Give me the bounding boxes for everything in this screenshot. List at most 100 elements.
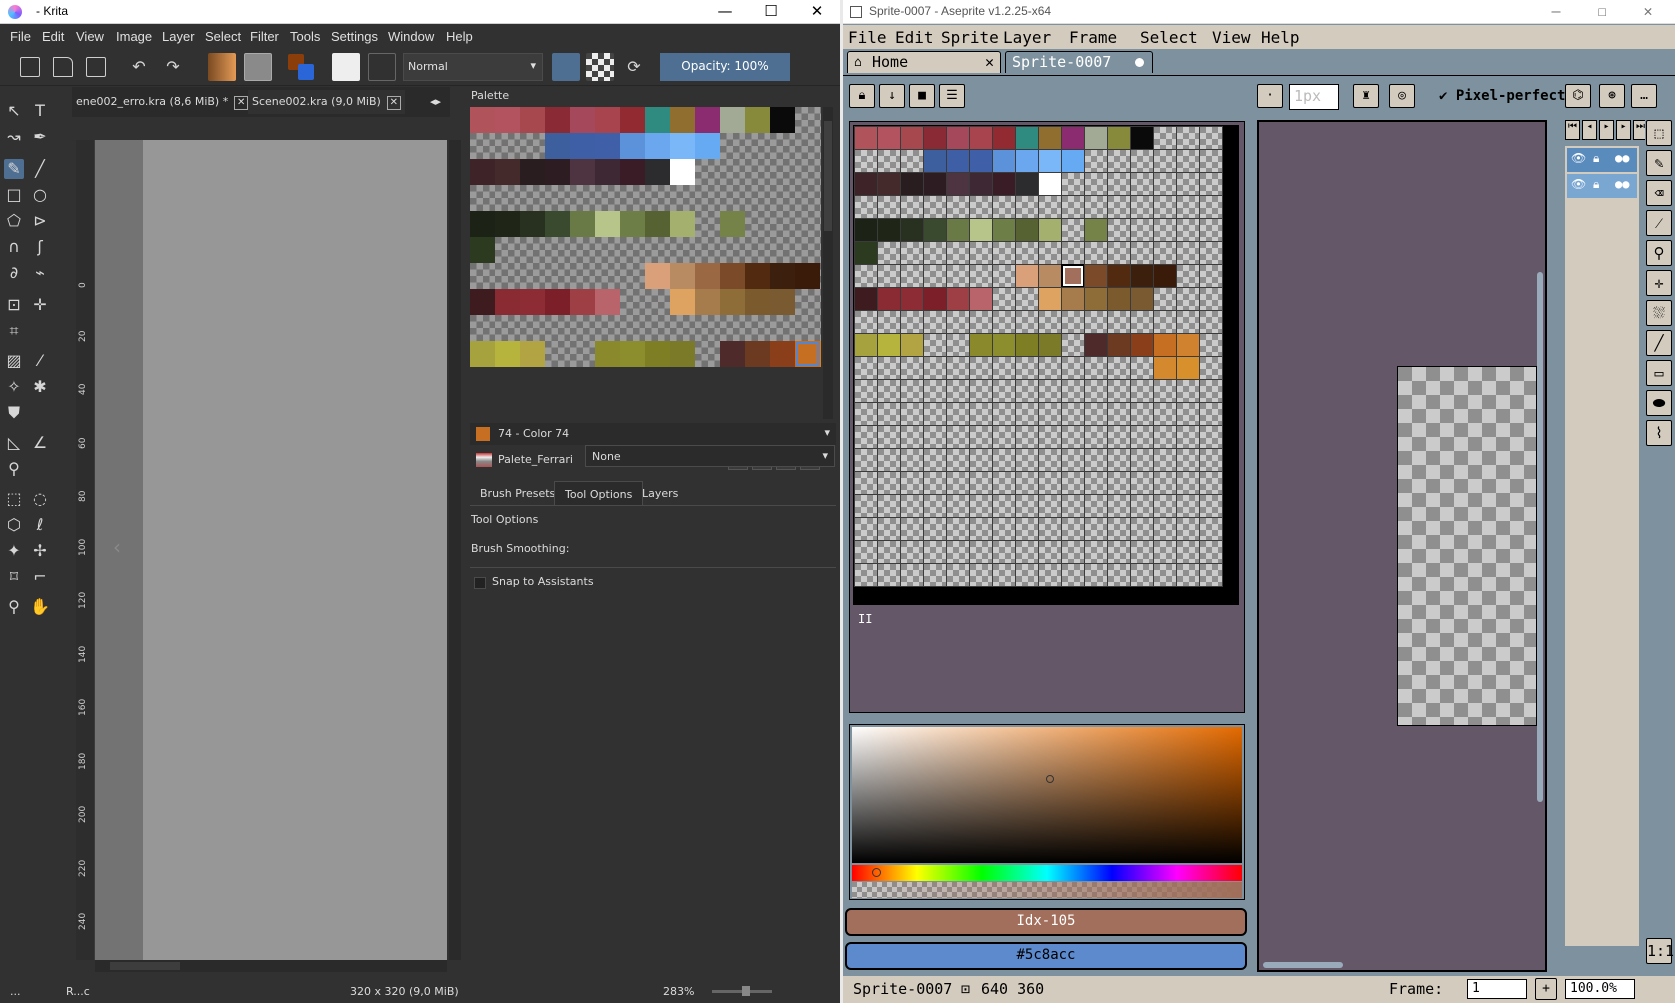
palette-swatch[interactable] [1060, 148, 1085, 173]
palette-swatch[interactable] [899, 263, 924, 288]
palette-swatch[interactable] [1060, 332, 1085, 357]
pattern-preset-icon[interactable] [244, 53, 272, 81]
palette-swatch[interactable] [854, 171, 878, 196]
blend-mode-select[interactable]: Normal [403, 53, 543, 81]
palette-swatch[interactable] [820, 211, 821, 237]
background-color-swatch[interactable] [298, 64, 314, 80]
palette-swatch[interactable] [945, 355, 970, 380]
palette-swatch[interactable] [495, 211, 520, 237]
palette-swatch[interactable] [670, 263, 695, 289]
palette-swatch[interactable] [1106, 194, 1131, 219]
palette-swatch[interactable] [545, 159, 570, 185]
palette-swatch[interactable] [1175, 194, 1200, 219]
palette-swatch[interactable] [720, 159, 745, 185]
palette-swatch[interactable] [968, 194, 993, 219]
next-frame-icon[interactable]: ▸ [1616, 120, 1631, 140]
save-icon[interactable] [86, 57, 106, 77]
palette-swatch[interactable] [595, 133, 620, 159]
palette-swatch[interactable] [945, 516, 970, 541]
add-frame-icon[interactable]: + [1535, 978, 1557, 1000]
palette-swatch[interactable] [854, 493, 878, 518]
palette-swatch[interactable] [1152, 194, 1177, 219]
palette-swatch[interactable] [1083, 539, 1108, 564]
palette-swatch[interactable] [645, 237, 670, 263]
palette-swatch[interactable] [968, 240, 993, 265]
palette-swatch[interactable] [1175, 378, 1200, 403]
palette-swatch[interactable] [620, 315, 645, 341]
close-icon[interactable]: ✕ [794, 0, 840, 24]
palette-swatch[interactable] [991, 263, 1016, 288]
color-picker[interactable] [849, 724, 1245, 900]
palette-swatch[interactable] [876, 424, 901, 449]
palette-swatch[interactable] [968, 309, 993, 334]
palette-swatch[interactable] [945, 126, 970, 150]
similar-select-icon[interactable]: ✢ [30, 541, 50, 561]
palette-swatch[interactable] [695, 263, 720, 289]
palette-swatch[interactable] [595, 289, 620, 315]
ase-menu-select[interactable]: Select [1140, 28, 1198, 47]
palette-swatch[interactable] [968, 447, 993, 472]
move-tool-icon[interactable]: ✛ [30, 295, 50, 315]
palette-swatch[interactable] [1037, 332, 1062, 357]
palette-swatch[interactable] [745, 341, 770, 367]
palette-swatch[interactable] [1152, 562, 1177, 587]
palette-swatch[interactable] [495, 107, 520, 133]
palette-swatch[interactable] [1198, 447, 1223, 472]
palette-swatch[interactable] [1014, 447, 1039, 472]
palette-swatch[interactable] [945, 539, 970, 564]
polygon-tool-icon[interactable]: ⬠ [4, 211, 24, 231]
ase-menu-help[interactable]: Help [1261, 28, 1300, 47]
palette-swatch[interactable] [595, 263, 620, 289]
palette-swatch[interactable] [922, 171, 947, 196]
krita-menu-tools[interactable]: Tools [290, 29, 320, 44]
ase-menu-edit[interactable]: Edit [895, 28, 934, 47]
palette-swatch[interactable] [945, 286, 970, 311]
palette-swatch[interactable] [1152, 171, 1177, 196]
palette-swatch[interactable] [495, 263, 520, 289]
first-frame-icon[interactable]: ⏮ [1565, 120, 1580, 140]
palette-swatch[interactable] [876, 493, 901, 518]
palette-swatch[interactable] [1014, 493, 1039, 518]
pixel-perfect-toggle[interactable]: ✔ Pixel-perfect [1439, 88, 1565, 104]
palette-swatch[interactable] [899, 562, 924, 587]
palette-swatch[interactable] [470, 263, 495, 289]
lock-icon[interactable]: 🔒︎ [1593, 151, 1599, 166]
krita-menu-window[interactable]: Window [388, 29, 434, 44]
palette-swatch[interactable] [470, 185, 495, 211]
palette-swatch[interactable] [1198, 332, 1223, 357]
palette-swatch[interactable] [570, 185, 595, 211]
palette-swatch[interactable] [945, 493, 970, 518]
palette-swatch[interactable] [854, 355, 878, 380]
palette-swatch[interactable] [1152, 332, 1177, 357]
palette-swatch[interactable] [922, 309, 947, 334]
color-picker-icon[interactable]: ⁄ [30, 351, 50, 371]
krita-menu-help[interactable]: Help [446, 29, 473, 44]
palette-swatch[interactable] [570, 289, 595, 315]
palette-swatch[interactable] [1060, 309, 1085, 334]
palette-swatch[interactable] [1175, 493, 1200, 518]
palette-swatch[interactable] [1198, 286, 1223, 311]
palette-swatch[interactable] [1129, 263, 1154, 288]
palette-swatch[interactable] [520, 289, 545, 315]
palette-swatch[interactable] [1106, 148, 1131, 173]
palette-swatch[interactable] [495, 289, 520, 315]
palette-swatch[interactable] [1129, 217, 1154, 242]
collapse-arrow-icon[interactable]: ‹ [113, 535, 121, 559]
palette-swatch[interactable] [595, 211, 620, 237]
palette-swatch[interactable] [1037, 171, 1062, 196]
palette-swatch[interactable] [854, 194, 878, 219]
palette-swatch[interactable] [968, 470, 993, 495]
palette-swatch[interactable] [945, 148, 970, 173]
palette-swatch[interactable] [645, 315, 670, 341]
palette-swatch[interactable] [1106, 263, 1131, 288]
palette-swatch[interactable] [820, 289, 821, 315]
palette-swatch[interactable] [968, 126, 993, 150]
palette-scrollbar[interactable] [823, 107, 833, 419]
pixel-ratio-icon[interactable]: 1:1 [1646, 938, 1674, 964]
palette-swatch[interactable] [1198, 516, 1223, 541]
palette-swatch[interactable] [876, 516, 901, 541]
krita-menu-image[interactable]: Image [116, 29, 152, 44]
palette-swatch[interactable] [945, 309, 970, 334]
prev-frame-icon[interactable]: ◂ [1582, 120, 1597, 140]
palette-swatch[interactable] [1152, 309, 1177, 334]
